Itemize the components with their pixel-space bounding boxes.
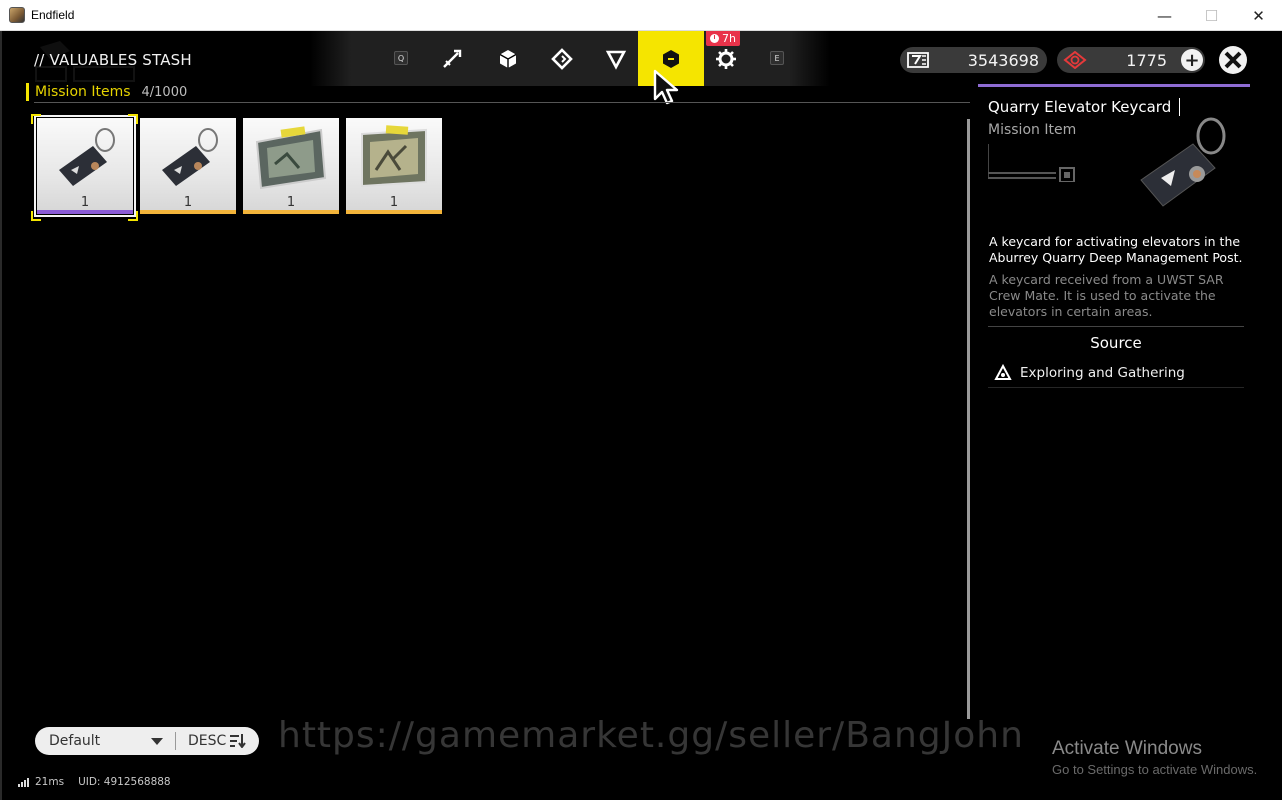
item-type: Mission Item	[988, 122, 1077, 138]
tab-cubes[interactable]	[480, 31, 536, 86]
window-close-button[interactable]: ✕	[1235, 0, 1282, 31]
maximize-button[interactable]: ☐	[1188, 0, 1235, 31]
item-capacity-count: 4/1000	[141, 84, 188, 100]
chevron-down-icon[interactable]	[151, 737, 163, 745]
sort-mode-dropdown[interactable]: Default	[49, 733, 141, 749]
category-header: Mission Items 4/1000	[26, 82, 187, 102]
tab-equipment[interactable]	[588, 31, 644, 86]
tab-materials[interactable]	[534, 31, 590, 86]
weapon-tab-icon	[443, 49, 462, 68]
keycard-large-icon	[1140, 117, 1226, 207]
detail-divider	[988, 326, 1244, 327]
item-slot-keycard[interactable]: 1	[140, 118, 236, 214]
window-titlebar: Endfield — ☐ ✕	[0, 0, 1282, 31]
source-heading: Source	[1090, 334, 1142, 352]
gear-tab-icon	[716, 48, 736, 69]
game-viewport: // VALUABLES STASH Q 7h E 3543698 1775 +…	[0, 31, 1282, 800]
barcode-decoration-icon	[988, 144, 1075, 182]
item-quantity: 1	[183, 195, 193, 210]
item-description: A keycard for activating elevators in th…	[989, 234, 1243, 265]
keycard-icon	[162, 128, 218, 186]
next-tab-key-hint[interactable]: E	[770, 51, 784, 65]
item-slot-photo[interactable]: 1	[346, 118, 442, 214]
category-label: Mission Items	[35, 84, 131, 100]
app-icon	[9, 7, 25, 23]
rarity-stripe	[978, 84, 1250, 87]
item-slot-photo[interactable]: 1	[243, 118, 339, 214]
seller-watermark: https://gamemarket.gg/seller/BangJohn	[278, 715, 1024, 756]
mission-items-tab-icon	[663, 49, 679, 68]
currency-secondary[interactable]: 1775 +	[1057, 47, 1205, 73]
cube-tab-icon	[499, 49, 517, 68]
exploration-icon	[994, 363, 1012, 380]
item-grid: 1 1 1 1	[34, 115, 442, 217]
grid-scrollbar[interactable]	[967, 119, 970, 719]
tab-weapons[interactable]	[424, 31, 480, 86]
rarity-bar	[37, 210, 133, 214]
window-controls: — ☐ ✕	[1141, 0, 1282, 31]
selection-corner	[128, 114, 138, 124]
item-slot-keycard-selected[interactable]: 1	[34, 115, 136, 217]
selection-corner	[31, 114, 41, 124]
item-detail-panel: Quarry Elevator Keycard Mission Item A k…	[978, 84, 1250, 388]
header-divider	[34, 102, 970, 103]
activate-windows-subtitle: Go to Settings to activate Windows.	[1052, 762, 1258, 777]
sort-order-icon[interactable]	[230, 734, 247, 748]
close-stash-button[interactable]	[1219, 46, 1247, 74]
triangle-tab-icon	[605, 50, 627, 70]
keycard-icon	[59, 128, 115, 186]
close-icon	[1224, 51, 1242, 69]
currency-primary-value: 3543698	[967, 50, 1039, 70]
category-accent-bar	[26, 83, 29, 101]
item-quantity: 1	[80, 195, 90, 210]
selection-corner	[128, 211, 138, 221]
rarity-bar	[140, 210, 236, 214]
minimize-button[interactable]: —	[1141, 0, 1188, 31]
currency-secondary-value: 1775	[1126, 50, 1167, 70]
currency-primary[interactable]: 3543698	[900, 47, 1047, 73]
page-title: // VALUABLES STASH	[34, 51, 192, 69]
clock-icon	[710, 34, 719, 43]
window-title: Endfield	[31, 8, 75, 22]
status-bar: 21ms UID: 4912568888	[18, 776, 171, 788]
photo-icon	[361, 125, 427, 188]
user-id: UID: 4912568888	[78, 776, 171, 788]
source-entry[interactable]: Exploring and Gathering	[988, 358, 1244, 388]
sort-divider	[175, 732, 176, 750]
crystal-currency-icon	[1063, 51, 1087, 69]
item-lore: A keycard received from a UWST SAR Crew …	[989, 272, 1224, 319]
photo-icon	[255, 126, 327, 190]
timer-text: 7h	[722, 32, 736, 45]
prev-tab-key-hint[interactable]: Q	[394, 51, 408, 65]
add-currency-button[interactable]: +	[1181, 49, 1203, 71]
item-quantity: 1	[389, 195, 399, 210]
event-timer-badge: 7h	[706, 31, 740, 46]
sort-order-toggle[interactable]: DESC	[188, 733, 226, 749]
rarity-bar	[346, 210, 442, 214]
source-entry-label: Exploring and Gathering	[1020, 364, 1185, 381]
selection-corner	[31, 211, 41, 221]
ticket-currency-icon	[907, 52, 929, 68]
signal-icon	[18, 777, 29, 787]
rarity-bar	[243, 210, 339, 214]
ping-value: 21ms	[35, 776, 65, 788]
material-tab-icon	[551, 47, 573, 70]
sort-control: Default DESC	[35, 727, 259, 755]
activate-windows-title: Activate Windows	[1052, 738, 1202, 759]
item-quantity: 1	[286, 195, 296, 210]
